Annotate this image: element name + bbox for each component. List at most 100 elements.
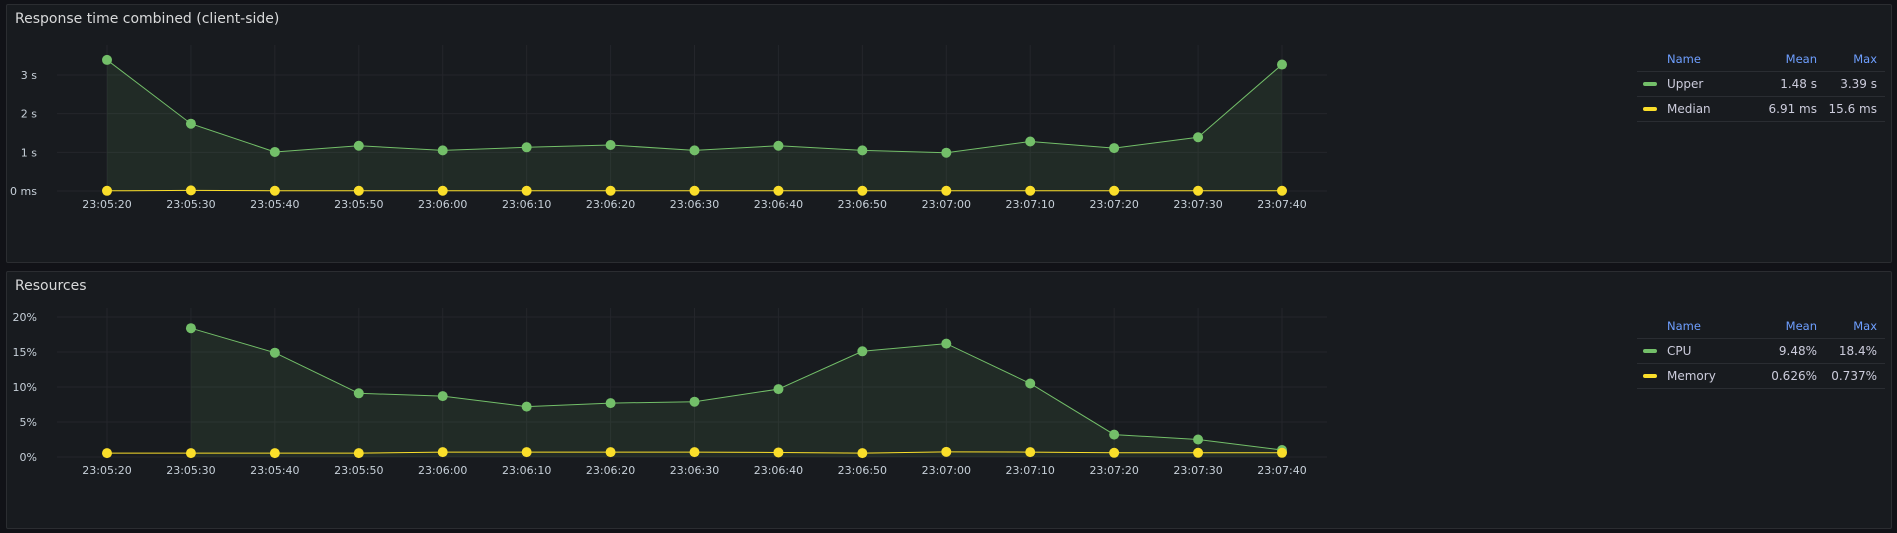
data-point (102, 54, 112, 65)
x-tick-label: 23:05:20 (82, 464, 131, 477)
legend-header: Name Mean Max (1637, 314, 1885, 338)
x-tick-label: 23:07:20 (1089, 464, 1138, 477)
data-point (1193, 185, 1204, 196)
y-tick-label: 15% (13, 346, 37, 359)
data-point (1109, 429, 1120, 440)
legend-series-name: CPU (1667, 344, 1692, 358)
y-tick-label: 0% (20, 451, 37, 464)
legend-mean-value: 0.626% (1771, 369, 1817, 383)
data-point (773, 140, 784, 151)
x-tick-label: 23:07:40 (1257, 464, 1306, 477)
legend-series-name: Median (1667, 102, 1711, 116)
x-tick-label: 23:06:20 (586, 198, 635, 211)
legend-max-value: 18.4% (1838, 344, 1877, 358)
x-tick-label: 23:06:10 (502, 464, 551, 477)
legend-series-name: Upper (1667, 77, 1704, 91)
y-tick-label: 10% (13, 381, 37, 394)
data-point (1277, 185, 1287, 196)
response-time-panel: Response time combined (client-side) 0 m… (6, 4, 1892, 263)
x-tick-label: 23:07:10 (1006, 464, 1055, 477)
chart-legend: Name Mean Max Upper 1.48 s 3.39 s Median… (1637, 47, 1885, 122)
resources-panel: Resources 0% 5% 10% 15% 20% 23:05:20 23:05:30 2… (6, 271, 1892, 529)
data-point (185, 118, 196, 129)
legend-row-memory[interactable]: Memory 0.626% 0.737% (1637, 363, 1885, 389)
x-tick-label: 23:07:40 (1257, 198, 1306, 211)
x-tick-label: 23:05:50 (334, 464, 383, 477)
data-point (773, 185, 784, 196)
legend-max-value: 0.737% (1831, 369, 1877, 383)
legend-swatch (1643, 82, 1657, 86)
data-point (353, 185, 364, 196)
data-point (605, 447, 616, 458)
data-point (605, 185, 616, 196)
x-tick-label: 23:06:00 (418, 198, 467, 211)
x-tick-label: 23:06:50 (838, 464, 887, 477)
data-point (941, 185, 952, 196)
y-tick-label: 20% (13, 311, 37, 324)
x-tick-label: 23:05:40 (250, 198, 299, 211)
data-point (1025, 185, 1036, 196)
x-tick-label: 23:07:30 (1173, 464, 1222, 477)
x-tick-label: 23:07:10 (1006, 198, 1055, 211)
legend-swatch (1643, 349, 1657, 353)
x-tick-label: 23:05:40 (250, 464, 299, 477)
legend-header: Name Mean Max (1637, 47, 1885, 71)
x-tick-label: 23:06:00 (418, 464, 467, 477)
x-tick-label: 23:06:20 (586, 464, 635, 477)
x-tick-label: 23:05:30 (166, 198, 215, 211)
data-point (521, 447, 532, 458)
response-time-chart: 0 ms 1 s 2 s 3 s 23:05:20 23:05:30 23:05:40 23:… (10, 45, 1327, 211)
legend-header-mean[interactable]: Mean (1745, 52, 1817, 66)
data-point (353, 388, 364, 399)
data-point (437, 447, 448, 458)
x-tick-label: 23:07:00 (922, 198, 971, 211)
legend-header-max[interactable]: Max (1817, 52, 1885, 66)
chart-legend: Name Mean Max CPU 9.48% 18.4% Memory 0.6… (1637, 314, 1885, 389)
x-tick-label: 23:07:20 (1089, 198, 1138, 211)
data-point (269, 448, 280, 459)
data-point (437, 185, 448, 196)
data-point (605, 139, 616, 150)
data-point (102, 448, 112, 459)
data-point (1193, 447, 1204, 458)
data-point (437, 391, 448, 402)
legend-row-median[interactable]: Median 6.91 ms 15.6 ms (1637, 96, 1885, 122)
data-point (1109, 185, 1120, 196)
legend-max-value: 15.6 ms (1828, 102, 1877, 116)
data-point (185, 185, 196, 196)
legend-header-max[interactable]: Max (1817, 319, 1885, 333)
x-tick-label: 23:07:00 (922, 464, 971, 477)
x-tick-label: 23:06:40 (754, 198, 803, 211)
y-tick-label: 0 ms (10, 185, 37, 198)
data-point (941, 446, 952, 457)
data-point (185, 323, 196, 334)
legend-header-mean[interactable]: Mean (1745, 319, 1817, 333)
legend-row-cpu[interactable]: CPU 9.48% 18.4% (1637, 338, 1885, 363)
legend-mean-value: 1.48 s (1780, 77, 1817, 91)
data-point (521, 142, 532, 153)
data-point (941, 338, 952, 349)
legend-swatch (1643, 374, 1657, 378)
x-tick-label: 23:06:30 (670, 198, 719, 211)
data-point (857, 145, 868, 156)
y-tick-label: 1 s (21, 146, 37, 159)
data-point (1193, 434, 1204, 445)
x-tick-label: 23:06:30 (670, 464, 719, 477)
y-tick-label: 2 s (21, 108, 37, 121)
legend-row-upper[interactable]: Upper 1.48 s 3.39 s (1637, 71, 1885, 96)
data-point (857, 346, 868, 357)
legend-header-name[interactable]: Name (1637, 52, 1745, 66)
legend-mean-value: 9.48% (1778, 344, 1817, 358)
legend-header-name[interactable]: Name (1637, 319, 1745, 333)
x-tick-label: 23:05:20 (82, 198, 131, 211)
x-tick-label: 23:06:50 (838, 198, 887, 211)
data-point (689, 185, 700, 196)
x-tick-label: 23:07:30 (1173, 198, 1222, 211)
x-tick-label: 23:06:40 (754, 464, 803, 477)
data-point (269, 347, 280, 358)
data-point (773, 447, 784, 458)
resources-chart: 0% 5% 10% 15% 20% 23:05:20 23:05:30 23:05:40 23:… (13, 308, 1327, 477)
x-tick-label: 23:05:50 (334, 198, 383, 211)
data-point (1277, 447, 1287, 458)
data-point (1193, 132, 1204, 143)
